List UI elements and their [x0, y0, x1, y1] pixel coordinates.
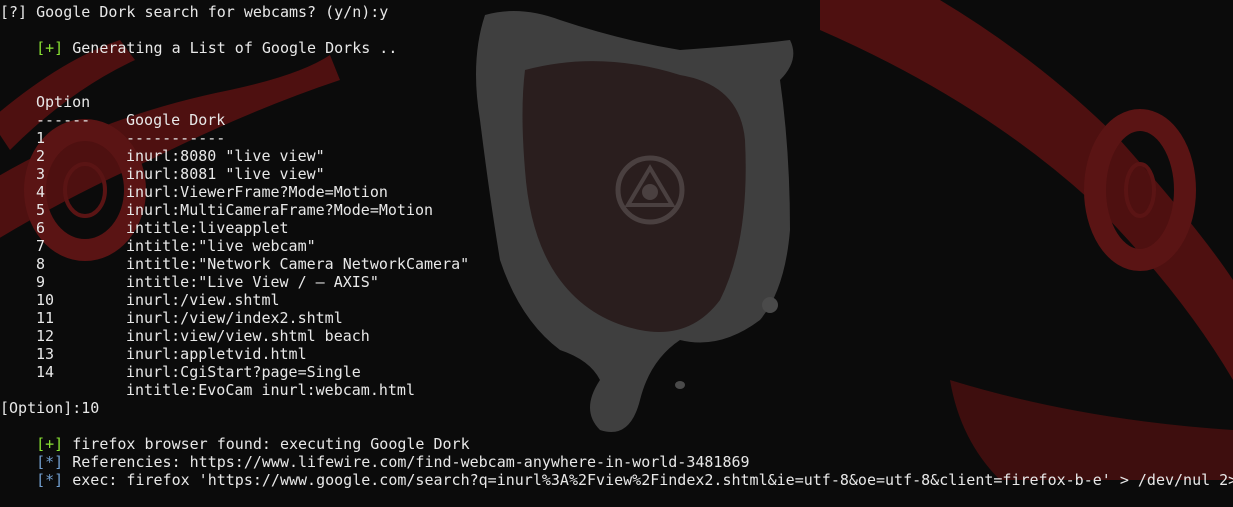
- dork-prompt-line: [?] Google Dork search for webcams? (y/n…: [0, 3, 389, 21]
- terminal-output[interactable]: [?] Google Dork search for webcams? (y/n…: [0, 0, 1233, 489]
- dork-row: 5 intitle:liveapplet: [0, 183, 1233, 237]
- dork-row: 12 inurl:appletvid.html: [0, 309, 1233, 363]
- dork-row: 14 intitle:EvoCam inurl:webcam.html: [0, 345, 1233, 399]
- dork-row: 1 inurl:8080 "live view": [0, 111, 1233, 165]
- info-tag: [*]: [36, 471, 64, 489]
- dork-row: 7 intitle:"Network Camera NetworkCamera": [0, 219, 1233, 273]
- dork-number: 14: [36, 363, 55, 381]
- dork-query: intitle:EvoCam inurl:webcam.html: [126, 381, 415, 399]
- references-line: [*] Referencies: https://www.lifewire.co…: [0, 435, 749, 471]
- browser-found-line: [+] firefox browser found: executing Goo…: [0, 417, 469, 453]
- dork-row: 3 inurl:ViewerFrame?Mode=Motion: [0, 147, 1233, 201]
- dork-row: 11 inurl:view/view.shtml beach: [0, 291, 1233, 345]
- dork-row: 13 inurl:CgiStart?page=Single: [0, 327, 1233, 381]
- dork-row: 8 intitle:"Live View / – AXIS": [0, 237, 1233, 291]
- generating-line: [+] Generating a List of Google Dorks ..: [0, 21, 397, 57]
- dork-row: 6 intitle:"live webcam": [0, 201, 1233, 255]
- option-prompt: [Option]:10: [0, 399, 100, 417]
- table-separator: ------ -----------: [0, 93, 1233, 147]
- generating-text: Generating a List of Google Dorks ..: [63, 39, 398, 57]
- dork-row: 4 inurl:MultiCameraFrame?Mode=Motion: [0, 165, 1233, 219]
- dork-row: 2 inurl:8081 "live view": [0, 129, 1233, 183]
- table-header: Option Google Dork: [0, 75, 1233, 129]
- exec-text: exec: firefox 'https://www.google.com/se…: [63, 471, 1233, 489]
- dork-row: 10 inurl:/view/index2.shtml: [0, 273, 1233, 327]
- success-tag: [+]: [36, 39, 64, 57]
- dork-row: 9 inurl:/view.shtml: [0, 255, 1233, 309]
- dork-query: inurl:CgiStart?page=Single: [126, 363, 361, 381]
- exec-line: [*] exec: firefox 'https://www.google.co…: [0, 453, 1233, 489]
